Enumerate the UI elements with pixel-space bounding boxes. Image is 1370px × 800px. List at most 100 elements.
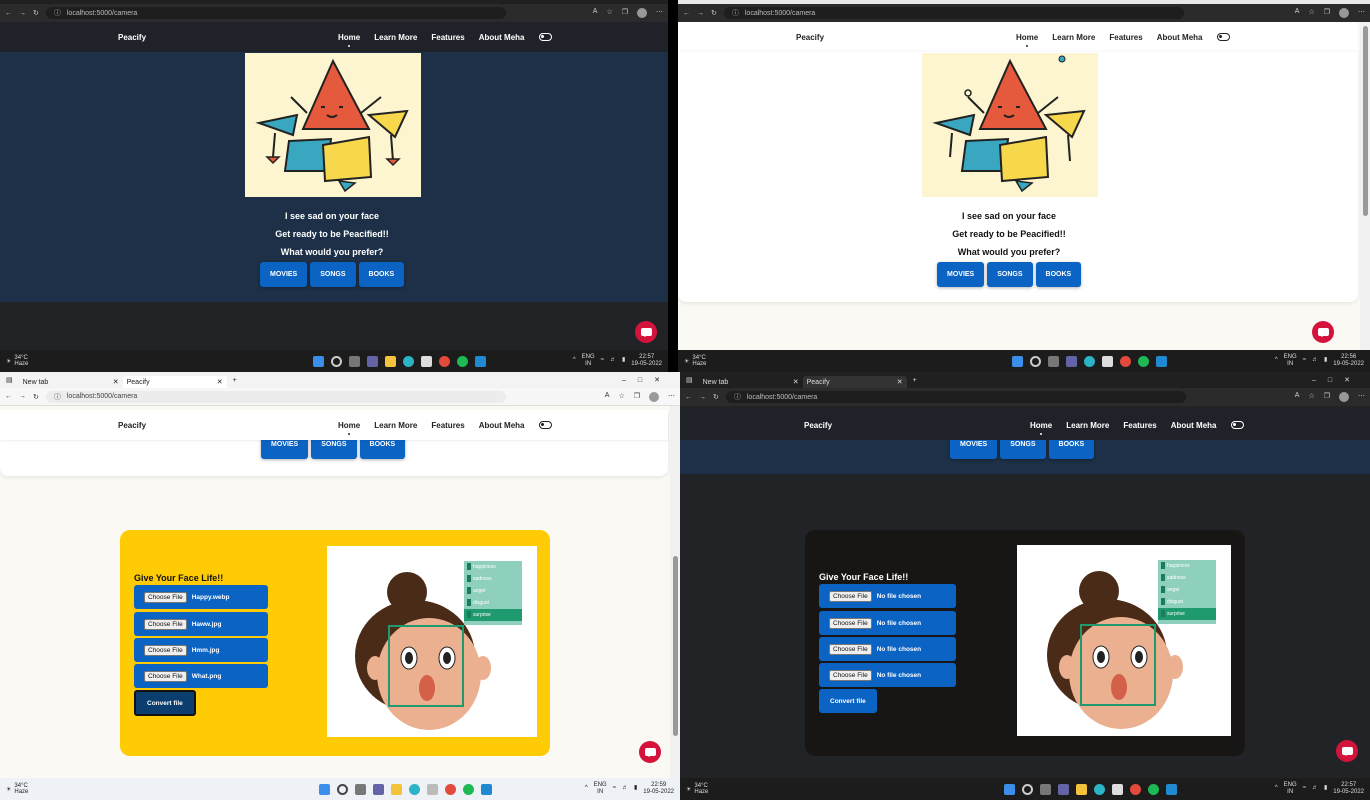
collections-icon[interactable]: ❐ (1324, 8, 1330, 18)
window-menu-icon[interactable]: ▤ (686, 376, 693, 384)
windows-icon[interactable] (1003, 783, 1015, 795)
nav-home[interactable]: Home (338, 33, 360, 47)
nav-learn-more[interactable]: Learn More (1066, 421, 1109, 430)
search-icon[interactable] (336, 783, 348, 795)
search-icon[interactable] (1029, 355, 1041, 367)
toggle-icon[interactable] (538, 33, 552, 41)
edge-icon[interactable] (1093, 783, 1105, 795)
toggle-icon[interactable] (538, 421, 552, 429)
profile-icon[interactable] (1339, 8, 1349, 18)
file-input-4[interactable]: Choose File What.png (134, 664, 268, 688)
windows-icon[interactable] (312, 355, 324, 367)
chrome-icon[interactable] (438, 355, 450, 367)
spotify-icon[interactable] (1147, 783, 1159, 795)
edge-icon[interactable] (1083, 355, 1095, 367)
file-explorer-icon[interactable] (1075, 783, 1087, 795)
choose-file-button[interactable]: Choose File (829, 617, 872, 629)
store-icon[interactable] (1111, 783, 1123, 795)
favorites-icon[interactable]: ☆ (618, 392, 624, 402)
close-icon[interactable]: ✕ (897, 378, 903, 386)
vscode-icon[interactable] (480, 783, 492, 795)
choose-file-button[interactable]: Choose File (144, 591, 187, 603)
nav-features[interactable]: Features (431, 33, 464, 42)
teams-icon[interactable] (372, 783, 384, 795)
favorites-icon[interactable]: ☆ (1308, 8, 1314, 18)
chat-button[interactable] (1336, 740, 1358, 762)
file-explorer-icon[interactable] (384, 355, 396, 367)
toggle-icon[interactable] (1216, 33, 1230, 41)
nav-learn-more[interactable]: Learn More (1052, 33, 1095, 42)
search-icon[interactable] (330, 355, 342, 367)
new-tab-icon[interactable]: + (233, 377, 237, 384)
volume-icon[interactable]: ♬ (1312, 785, 1318, 792)
refresh-icon[interactable]: ↻ (711, 9, 717, 17)
choose-file-button[interactable]: Choose File (144, 670, 187, 682)
store-icon[interactable] (1101, 355, 1113, 367)
forward-icon[interactable]: → (19, 393, 26, 400)
favorites-icon[interactable]: ☆ (606, 8, 612, 18)
scrollbar-thumb[interactable] (673, 556, 678, 736)
edge-icon[interactable] (408, 783, 420, 795)
nav-features[interactable]: Features (1109, 33, 1142, 42)
edge-icon[interactable] (402, 355, 414, 367)
file-input-2[interactable]: Choose File Haww.jpg (134, 612, 268, 636)
forward-icon[interactable]: → (19, 10, 26, 17)
wifi-icon[interactable]: ≈ (601, 357, 604, 364)
nav-about[interactable]: About Meha (1171, 421, 1217, 430)
nav-home[interactable]: Home (338, 421, 360, 435)
tab-new-tab[interactable]: New tab ✕ (19, 376, 123, 388)
task-view-icon[interactable] (1039, 783, 1051, 795)
read-aloud-icon[interactable]: A (1295, 392, 1300, 402)
wifi-icon[interactable]: ≈ (1303, 785, 1306, 792)
more-icon[interactable]: ⋯ (668, 392, 675, 402)
back-icon[interactable]: ← (5, 393, 12, 400)
scrollbar-thumb[interactable] (1363, 26, 1368, 216)
window-menu-icon[interactable]: ▤ (6, 376, 13, 384)
vscode-icon[interactable] (1165, 783, 1177, 795)
task-view-icon[interactable] (348, 355, 360, 367)
tab-peacify[interactable]: Peacify ✕ (122, 376, 227, 388)
file-input-2[interactable]: Choose File No file chosen (819, 611, 956, 635)
books-button[interactable]: BOOKS (358, 262, 405, 287)
movies-button[interactable]: MOVIES (260, 262, 308, 287)
choose-file-button[interactable]: Choose File (829, 590, 872, 602)
more-icon[interactable]: ⋯ (1358, 392, 1365, 402)
volume-icon[interactable]: ♬ (1312, 357, 1318, 364)
close-icon[interactable]: ✕ (217, 378, 223, 386)
back-icon[interactable]: ← (685, 394, 692, 401)
store-icon[interactable] (426, 783, 438, 795)
task-view-icon[interactable] (354, 783, 366, 795)
chrome-icon[interactable] (1119, 355, 1131, 367)
url-field[interactable]: ⓘ localhost:5000/camera (725, 391, 1186, 403)
teams-icon[interactable] (1065, 355, 1077, 367)
collections-icon[interactable]: ❐ (634, 392, 640, 402)
more-icon[interactable]: ⋯ (1358, 8, 1365, 18)
url-field[interactable]: ⓘ localhost:5000/camera (45, 390, 506, 403)
windows-icon[interactable] (1011, 355, 1023, 367)
wifi-icon[interactable]: ≈ (613, 785, 616, 792)
brand-logo[interactable]: Peacify (796, 33, 824, 42)
url-field[interactable]: ⓘ localhost:5000/camera (723, 7, 1184, 19)
collections-icon[interactable]: ❐ (622, 8, 628, 18)
window-controls[interactable]: –□✕ (1312, 376, 1362, 384)
nav-learn-more[interactable]: Learn More (374, 33, 417, 42)
read-aloud-icon[interactable]: A (605, 392, 610, 402)
scrollbar[interactable] (1360, 22, 1370, 350)
more-icon[interactable]: ⋯ (656, 8, 663, 18)
file-input-4[interactable]: Choose File No file chosen (819, 663, 956, 687)
refresh-icon[interactable]: ↻ (33, 9, 39, 17)
movies-button[interactable]: MOVIES (937, 262, 985, 287)
choose-file-button[interactable]: Choose File (829, 643, 872, 655)
brand-logo[interactable]: Peacify (118, 421, 146, 430)
chrome-icon[interactable] (1129, 783, 1141, 795)
file-input-1[interactable]: Choose File Happy.webp (134, 585, 268, 609)
forward-icon[interactable]: → (697, 10, 704, 17)
spotify-icon[interactable] (462, 783, 474, 795)
vscode-icon[interactable] (1155, 355, 1167, 367)
back-icon[interactable]: ← (5, 10, 12, 17)
nav-features[interactable]: Features (431, 421, 464, 430)
favorites-icon[interactable]: ☆ (1308, 392, 1314, 402)
read-aloud-icon[interactable]: A (593, 8, 598, 18)
chat-button[interactable] (1312, 321, 1334, 343)
window-controls[interactable]: –□✕ (622, 376, 672, 384)
